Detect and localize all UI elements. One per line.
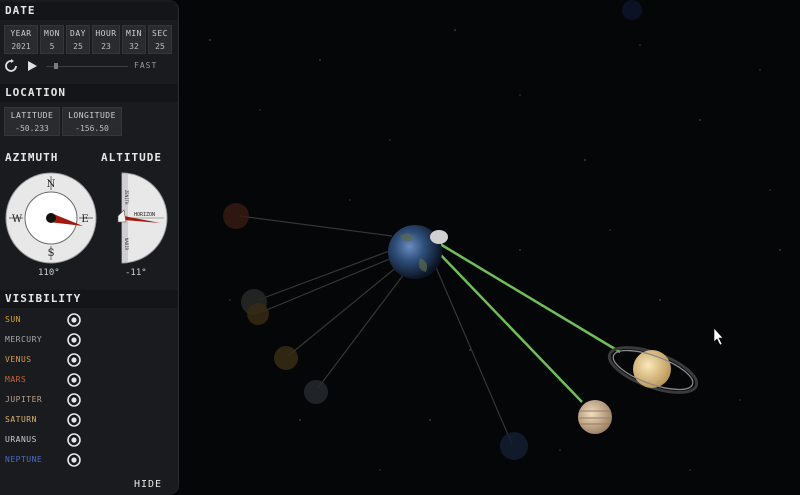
date-section-title: DATE xyxy=(0,2,178,20)
sightlines-hidden xyxy=(239,215,513,445)
reset-icon[interactable] xyxy=(4,59,18,73)
saturn[interactable] xyxy=(604,338,702,401)
speed-label: FAST xyxy=(134,61,158,70)
altitude-gauge: ZENITH NADIR HORIZON xyxy=(117,172,168,264)
visibility-row-neptune[interactable]: NEPTUNE xyxy=(0,452,178,470)
visibility-label-uranus: URANUS xyxy=(5,435,37,444)
compass-east-label: E xyxy=(81,214,88,225)
visibility-row-uranus[interactable]: URANUS xyxy=(0,432,178,450)
compass-north-label: N xyxy=(47,179,56,190)
mouse-cursor-icon xyxy=(713,327,724,346)
visibility-row-sun[interactable]: SUN xyxy=(0,312,178,330)
hour-value: 23 xyxy=(101,42,111,51)
eye-icon[interactable] xyxy=(67,413,81,427)
compass-south-label: S xyxy=(48,248,55,259)
visibility-label-jupiter: JUPITER xyxy=(5,395,43,404)
nadir-label: NADIR xyxy=(124,238,129,251)
year-field[interactable]: YEAR 2021 xyxy=(4,25,38,54)
altitude-title: ALTITUDE xyxy=(101,151,162,164)
visibility-row-mercury[interactable]: MERCURY xyxy=(0,332,178,350)
moon[interactable] xyxy=(430,230,448,244)
visibility-label-mars: MARS xyxy=(5,375,27,384)
eye-icon[interactable] xyxy=(67,313,81,327)
visibility-row-jupiter[interactable]: JUPITER xyxy=(0,392,178,410)
day-value: 25 xyxy=(73,42,83,51)
visibility-label-saturn: SATURN xyxy=(5,415,37,424)
azimuth-value: 110° xyxy=(38,268,60,278)
sun-dimmed[interactable] xyxy=(274,346,298,370)
eye-icon[interactable] xyxy=(67,393,81,407)
eye-icon[interactable] xyxy=(67,353,81,367)
longitude-field[interactable]: LONGITUDE -156.50 xyxy=(62,107,122,136)
zenith-label: ZENITH xyxy=(124,190,129,205)
azimuth-compass: N S W E xyxy=(5,172,97,264)
second-field[interactable]: SEC 25 xyxy=(148,25,172,54)
day-field[interactable]: DAY 25 xyxy=(66,25,90,54)
eye-icon[interactable] xyxy=(67,433,81,447)
eye-icon[interactable] xyxy=(67,333,81,347)
eye-icon[interactable] xyxy=(67,453,81,467)
hide-button[interactable]: HIDE xyxy=(126,478,170,492)
hour-label: HOUR xyxy=(95,29,117,38)
visibility-label-sun: SUN xyxy=(5,315,21,324)
second-label: SEC xyxy=(152,29,168,38)
compass-west-label: W xyxy=(12,214,23,225)
mars-dimmed[interactable] xyxy=(223,203,249,229)
jupiter[interactable] xyxy=(578,400,612,434)
second-value: 25 xyxy=(155,42,165,51)
eye-icon[interactable] xyxy=(67,373,81,387)
sightlines-visible xyxy=(435,242,621,403)
neptune-distant-blob xyxy=(622,0,642,20)
visibility-row-mars[interactable]: MARS xyxy=(0,372,178,390)
latitude-label: LATITUDE xyxy=(10,111,54,120)
latitude-field[interactable]: LATITUDE -50.233 xyxy=(4,107,60,136)
month-label: MON xyxy=(44,29,60,38)
visibility-section-title: VISIBILITY xyxy=(0,290,178,308)
longitude-label: LONGITUDE xyxy=(68,111,116,120)
hour-field[interactable]: HOUR 23 xyxy=(92,25,120,54)
play-icon[interactable] xyxy=(26,60,38,72)
speed-slider-track[interactable] xyxy=(46,66,128,67)
control-panel: DATE YEAR 2021 MON 5 DAY 25 HOUR 23 MIN … xyxy=(0,0,179,495)
day-label: DAY xyxy=(70,29,86,38)
visibility-row-venus[interactable]: VENUS xyxy=(0,352,178,370)
latitude-value: -50.233 xyxy=(15,124,49,133)
year-label: YEAR xyxy=(10,29,32,38)
neptune-dimmed[interactable] xyxy=(500,432,528,460)
altitude-value: -11° xyxy=(125,268,147,278)
visibility-row-saturn[interactable]: SATURN xyxy=(0,412,178,430)
visibility-label-venus: VENUS xyxy=(5,355,32,364)
horizon-label: HORIZON xyxy=(134,212,155,218)
venus-dimmed[interactable] xyxy=(247,303,269,325)
visibility-label-neptune: NEPTUNE xyxy=(5,455,43,464)
location-section-title: LOCATION xyxy=(0,84,178,102)
year-value: 2021 xyxy=(11,42,31,51)
uranus-dimmed[interactable] xyxy=(304,380,328,404)
minute-value: 32 xyxy=(129,42,139,51)
minute-label: MIN xyxy=(126,29,142,38)
speed-slider-handle[interactable] xyxy=(53,63,58,69)
month-value: 5 xyxy=(49,42,55,51)
visibility-label-mercury: MERCURY xyxy=(5,335,43,344)
longitude-value: -156.50 xyxy=(75,124,109,133)
month-field[interactable]: MON 5 xyxy=(40,25,64,54)
minute-field[interactable]: MIN 32 xyxy=(122,25,146,54)
